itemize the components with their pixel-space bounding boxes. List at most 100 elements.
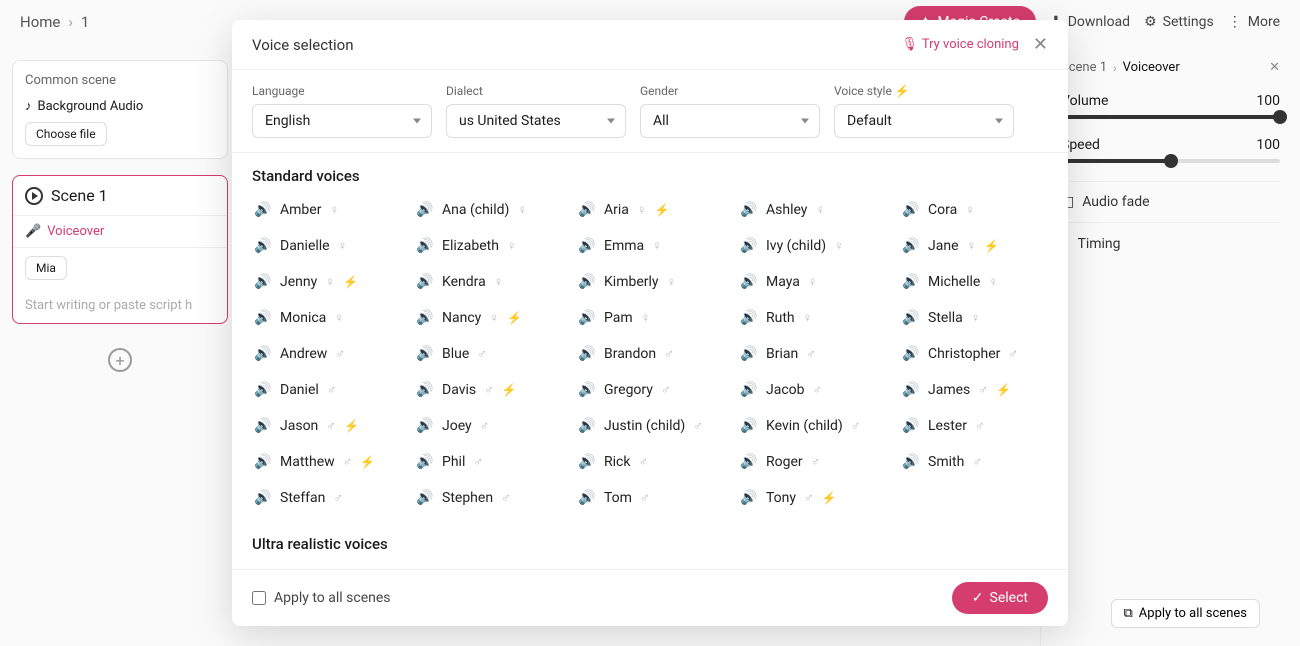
speaker-icon[interactable]: 🔊	[902, 309, 920, 327]
voice-option[interactable]: 🔊Nancy♀⚡	[414, 305, 562, 331]
speaker-icon[interactable]: 🔊	[578, 345, 596, 363]
gender-select[interactable]: All	[640, 104, 820, 138]
voice-option[interactable]: 🔊Tony♂⚡	[738, 485, 886, 511]
voice-option[interactable]: 🔊Lester♂	[900, 413, 1048, 439]
voice-option[interactable]: 🔊Ana (child)♀	[414, 197, 562, 223]
speaker-icon[interactable]: 🔊	[254, 309, 272, 327]
speaker-icon[interactable]: 🔊	[416, 453, 434, 471]
speaker-icon[interactable]: 🔊	[254, 273, 272, 291]
speaker-icon[interactable]: 🔊	[254, 381, 272, 399]
speaker-icon[interactable]: 🔊	[416, 417, 434, 435]
voice-option[interactable]: 🔊Gregory♂	[576, 377, 724, 403]
speaker-icon[interactable]: 🔊	[578, 453, 596, 471]
speaker-icon[interactable]: 🔊	[578, 237, 596, 255]
voice-option[interactable]: 🔊Andrew♂	[252, 341, 400, 367]
voice-option[interactable]: 🔊Tom♂	[576, 485, 724, 511]
voice-option[interactable]: 🔊James♂⚡	[900, 377, 1048, 403]
speaker-icon[interactable]: 🔊	[902, 273, 920, 291]
speaker-icon[interactable]: 🔊	[416, 201, 434, 219]
voice-option[interactable]: 🔊Ivy (child)♀	[738, 233, 886, 259]
voice-option[interactable]: 🔊Rick♂	[576, 449, 724, 475]
voice-option[interactable]: 🔊Jacob♂	[738, 377, 886, 403]
voice-option[interactable]: 🔊Maya♀	[738, 269, 886, 295]
speaker-icon[interactable]: 🔊	[578, 201, 596, 219]
voice-option[interactable]: 🔊Phil♂	[414, 449, 562, 475]
voice-option[interactable]: 🔊Cora♀	[900, 197, 1048, 223]
voice-option[interactable]: 🔊Jason♂⚡	[252, 413, 400, 439]
voice-option[interactable]: 🔊Stella♀	[900, 305, 1048, 331]
voice-option[interactable]: 🔊Aria♀⚡	[576, 197, 724, 223]
speaker-icon[interactable]: 🔊	[902, 417, 920, 435]
voice-name: Emma	[604, 238, 644, 254]
speaker-icon[interactable]: 🔊	[902, 201, 920, 219]
voice-option[interactable]: 🔊Ashley♀	[738, 197, 886, 223]
gender-icon: ♂	[661, 382, 671, 398]
speaker-icon[interactable]: 🔊	[740, 453, 758, 471]
speaker-icon[interactable]: 🔊	[740, 489, 758, 507]
voice-name: Roger	[766, 454, 803, 470]
speaker-icon[interactable]: 🔊	[416, 237, 434, 255]
voice-option[interactable]: 🔊Stephen♂	[414, 485, 562, 511]
speaker-icon[interactable]: 🔊	[578, 381, 596, 399]
speaker-icon[interactable]: 🔊	[740, 201, 758, 219]
speaker-icon[interactable]: 🔊	[902, 345, 920, 363]
apply-to-all-checkbox[interactable]	[252, 591, 266, 605]
try-voice-cloning-link[interactable]: 🎙 Try voice cloning	[901, 37, 1019, 52]
voice-option[interactable]: 🔊Danielle♀	[252, 233, 400, 259]
speaker-icon[interactable]: 🔊	[902, 453, 920, 471]
voice-option[interactable]: 🔊Elizabeth♀	[414, 233, 562, 259]
voice-option[interactable]: 🔊Christopher♂	[900, 341, 1048, 367]
voice-option[interactable]: 🔊Joey♂	[414, 413, 562, 439]
voice-option[interactable]: 🔊Emma♀	[576, 233, 724, 259]
speaker-icon[interactable]: 🔊	[254, 237, 272, 255]
voice-option[interactable]: 🔊Matthew♂⚡	[252, 449, 400, 475]
speaker-icon[interactable]: 🔊	[578, 309, 596, 327]
speaker-icon[interactable]: 🔊	[416, 273, 434, 291]
speaker-icon[interactable]: 🔊	[902, 237, 920, 255]
speaker-icon[interactable]: 🔊	[254, 201, 272, 219]
speaker-icon[interactable]: 🔊	[902, 381, 920, 399]
speaker-icon[interactable]: 🔊	[416, 381, 434, 399]
select-voice-button[interactable]: ✓ Select	[952, 582, 1048, 614]
close-modal-button[interactable]: ✕	[1033, 34, 1048, 55]
voice-option[interactable]: 🔊Roger♂	[738, 449, 886, 475]
voice-option[interactable]: 🔊Brian♂	[738, 341, 886, 367]
speaker-icon[interactable]: 🔊	[578, 273, 596, 291]
voice-option[interactable]: 🔊Ruth♀	[738, 305, 886, 331]
voice-option[interactable]: 🔊Michelle♀	[900, 269, 1048, 295]
voice-option[interactable]: 🔊Daniel♂	[252, 377, 400, 403]
speaker-icon[interactable]: 🔊	[740, 417, 758, 435]
voice-option[interactable]: 🔊Blue♂	[414, 341, 562, 367]
apply-to-all-checkbox-row[interactable]: Apply to all scenes	[252, 590, 391, 606]
speaker-icon[interactable]: 🔊	[416, 489, 434, 507]
voice-option[interactable]: 🔊Davis♂⚡	[414, 377, 562, 403]
speaker-icon[interactable]: 🔊	[254, 345, 272, 363]
speaker-icon[interactable]: 🔊	[740, 309, 758, 327]
voice-option[interactable]: 🔊Brandon♂	[576, 341, 724, 367]
voice-option[interactable]: 🔊Pam♀	[576, 305, 724, 331]
language-select[interactable]: English	[252, 104, 432, 138]
voice-option[interactable]: 🔊Jenny♀⚡	[252, 269, 400, 295]
voice-option[interactable]: 🔊Jane♀⚡	[900, 233, 1048, 259]
speaker-icon[interactable]: 🔊	[416, 309, 434, 327]
speaker-icon[interactable]: 🔊	[740, 237, 758, 255]
speaker-icon[interactable]: 🔊	[740, 273, 758, 291]
voice-option[interactable]: 🔊Smith♂	[900, 449, 1048, 475]
speaker-icon[interactable]: 🔊	[578, 489, 596, 507]
voice-option[interactable]: 🔊Monica♀	[252, 305, 400, 331]
speaker-icon[interactable]: 🔊	[740, 345, 758, 363]
dialect-select[interactable]: us United States	[446, 104, 626, 138]
speaker-icon[interactable]: 🔊	[416, 345, 434, 363]
voice-option[interactable]: 🔊Kendra♀	[414, 269, 562, 295]
speaker-icon[interactable]: 🔊	[254, 489, 272, 507]
voice-style-select[interactable]: Default	[834, 104, 1014, 138]
speaker-icon[interactable]: 🔊	[254, 453, 272, 471]
speaker-icon[interactable]: 🔊	[740, 381, 758, 399]
speaker-icon[interactable]: 🔊	[578, 417, 596, 435]
speaker-icon[interactable]: 🔊	[254, 417, 272, 435]
voice-option[interactable]: 🔊Amber♀	[252, 197, 400, 223]
voice-option[interactable]: 🔊Kimberly♀	[576, 269, 724, 295]
voice-option[interactable]: 🔊Justin (child)♂	[576, 413, 724, 439]
voice-option[interactable]: 🔊Kevin (child)♂	[738, 413, 886, 439]
voice-option[interactable]: 🔊Steffan♂	[252, 485, 400, 511]
